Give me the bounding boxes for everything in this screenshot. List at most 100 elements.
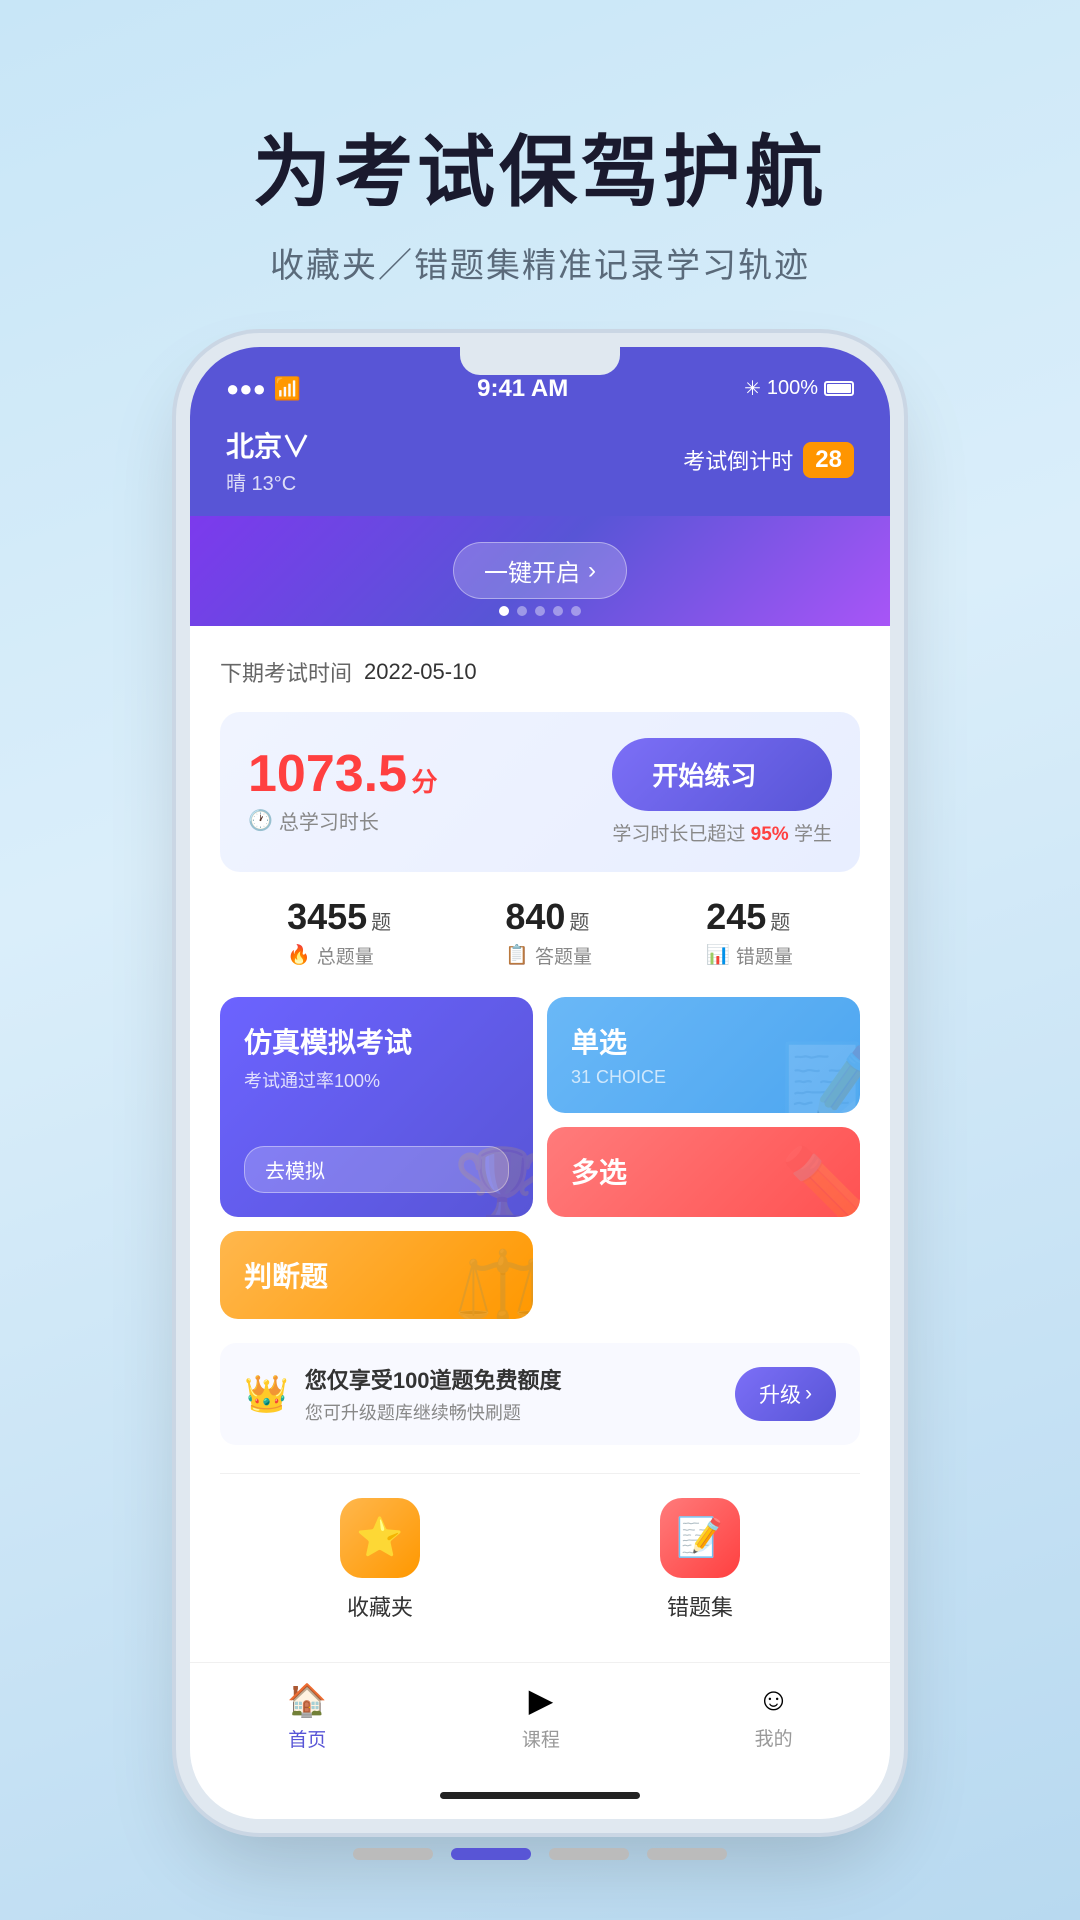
score-label: 🕐 总学习时长 [248,806,438,835]
page-dot-2[interactable] [451,1848,531,1860]
score-value: 1073.5 [248,745,407,803]
phone-mockup: ●●● 📶 9:41 AM ✳ 100% 北京∨ 晴 13°C 考试倒计时 [190,347,890,1819]
wifi-icon: 📶 [274,376,301,402]
feature-favorites[interactable]: ⭐ 收藏夹 [340,1498,420,1622]
stat-wrong: 245 题 📊错题量 [706,896,793,969]
single-choice-card[interactable]: 单选 31 CHOICE 📝 [547,997,860,1114]
clock-icon: 🕐 [248,808,273,833]
home-indicator [440,1792,640,1799]
simulation-watermark: 🏆 [453,1143,533,1217]
phone-notch [460,347,620,375]
nav-home-label: 首页 [288,1725,326,1752]
favorites-icon: ⭐ [340,1498,420,1578]
nav-courses[interactable]: ▶ 课程 [522,1681,560,1752]
upgrade-arrow-icon: › [805,1382,812,1406]
nav-profile[interactable]: ☺ 我的 [755,1681,793,1752]
next-exam-row: 下期考试时间 2022-05-10 [220,656,860,688]
stats-row: 3455 题 🔥总题量 840 题 📋答题量 [220,896,860,969]
score-sub: 学习时长已超过 95% 学生 [612,819,832,846]
status-time: 9:41 AM [477,375,568,403]
stat-answered: 840 题 📋答题量 [505,896,592,969]
simulation-title: 仿真模拟考试 [244,1021,509,1061]
next-exam-date: 2022-05-10 [364,659,477,685]
battery-label: 100% [767,377,818,400]
phone-wrapper: ●●● 📶 9:41 AM ✳ 100% 北京∨ 晴 13°C 考试倒计时 [0,347,1080,1819]
main-content: 下期考试时间 2022-05-10 1073.5 分 🕐 总学习时长 开始练习 [190,626,890,1662]
signal-icon: ●●● [226,376,266,402]
stat-wrong-value: 245 题 [706,896,793,938]
location-name: 北京∨ [226,425,310,465]
feature-row: ⭐ 收藏夹 📝 错题集 [220,1473,860,1642]
simulation-card-content: 仿真模拟考试 考试通过率100% [244,1021,509,1093]
multiple-watermark: ✏️ [780,1143,860,1217]
banner-dot-4 [553,606,563,616]
exam-countdown: 考试倒计时 28 [683,442,854,478]
wrong-set-icon: 📝 [660,1498,740,1578]
stat-answered-label: 📋答题量 [505,942,592,969]
home-icon: 🏠 [287,1681,327,1719]
simulation-card[interactable]: 仿真模拟考试 考试通过率100% 去模拟 🏆 [220,997,533,1217]
judgment-card[interactable]: 判断题 ⚖️ [220,1231,533,1319]
upgrade-subtitle: 您可升级题库继续畅快刷题 [305,1399,719,1425]
banner-arrow-icon: › [588,557,596,585]
countdown-badge: 28 [803,442,854,478]
battery-icon [824,381,854,396]
next-exam-label: 下期考试时间 [220,656,352,688]
banner-btn-label: 一键开启 [484,553,580,588]
stat-wrong-label: 📊错题量 [706,942,793,969]
banner-button[interactable]: 一键开启 › [453,542,627,599]
page-indicators [0,1848,1080,1860]
hero-subtitle: 收藏夹／错题集精准记录学习轨迹 [0,238,1080,287]
stat-total-value: 3455 题 [287,896,391,938]
crown-icon: 👑 [244,1373,289,1415]
chevron-icon: ∨ [282,431,310,462]
score-right: 开始练习 学习时长已超过 95% 学生 [612,738,832,846]
app-header: 北京∨ 晴 13°C 考试倒计时 28 [190,415,890,516]
page-dot-1[interactable] [353,1848,433,1860]
nav-courses-label: 课程 [522,1725,560,1752]
upgrade-button[interactable]: 升级 › [735,1367,836,1421]
stat-answered-value: 840 题 [505,896,592,938]
banner-dot-5 [571,606,581,616]
nav-home[interactable]: 🏠 首页 [287,1681,327,1752]
score-percent: 95% [751,824,789,845]
feature-wrong-set[interactable]: 📝 错题集 [660,1498,740,1622]
upgrade-text: 您仅享受100道题免费额度 您可升级题库继续畅快刷题 [305,1363,719,1425]
profile-icon: ☺ [757,1681,790,1718]
weather-label: 晴 13°C [226,467,310,496]
status-left: ●●● 📶 [226,376,301,402]
banner-dot-2 [517,606,527,616]
nav-profile-label: 我的 [755,1724,793,1751]
home-indicator-bar [190,1782,890,1819]
bluetooth-icon: ✳ [744,376,761,401]
practice-grid: 仿真模拟考试 考试通过率100% 去模拟 🏆 单选 31 CHOICE 📝 多选… [220,997,860,1319]
hero-title: 为考试保驾护航 [0,130,1080,216]
wrong-set-label: 错题集 [667,1590,733,1622]
page-dot-3[interactable] [549,1848,629,1860]
upgrade-banner: 👑 您仅享受100道题免费额度 您可升级题库继续畅快刷题 升级 › [220,1343,860,1445]
hero-section: 为考试保驾护航 收藏夹／错题集精准记录学习轨迹 [0,0,1080,347]
start-practice-button[interactable]: 开始练习 [612,738,832,811]
exam-countdown-label: 考试倒计时 [683,444,793,476]
page-dot-4[interactable] [647,1848,727,1860]
judgment-watermark: ⚖️ [453,1245,533,1319]
stat-total: 3455 题 🔥总题量 [287,896,391,969]
upgrade-title: 您仅享受100道题免费额度 [305,1363,719,1395]
stat-total-label: 🔥总题量 [287,942,391,969]
score-display: 1073.5 分 [248,748,438,800]
single-watermark: 📝 [780,1039,860,1113]
multiple-choice-card[interactable]: 多选 ✏️ [547,1127,860,1217]
favorites-label: 收藏夹 [347,1590,413,1622]
banner-dot-1 [499,606,509,616]
score-left: 1073.5 分 🕐 总学习时长 [248,748,438,835]
bottom-nav: 🏠 首页 ▶ 课程 ☺ 我的 [190,1662,890,1782]
score-unit: 分 [412,767,438,797]
location-box[interactable]: 北京∨ 晴 13°C [226,425,310,496]
banner-dots [499,606,581,616]
courses-icon: ▶ [529,1681,554,1719]
banner-dot-3 [535,606,545,616]
score-card: 1073.5 分 🕐 总学习时长 开始练习 学习时长已超过 95% 学生 [220,712,860,872]
status-right: ✳ 100% [744,376,854,401]
banner[interactable]: 一键开启 › [190,516,890,626]
simulation-subtitle: 考试通过率100% [244,1067,509,1093]
